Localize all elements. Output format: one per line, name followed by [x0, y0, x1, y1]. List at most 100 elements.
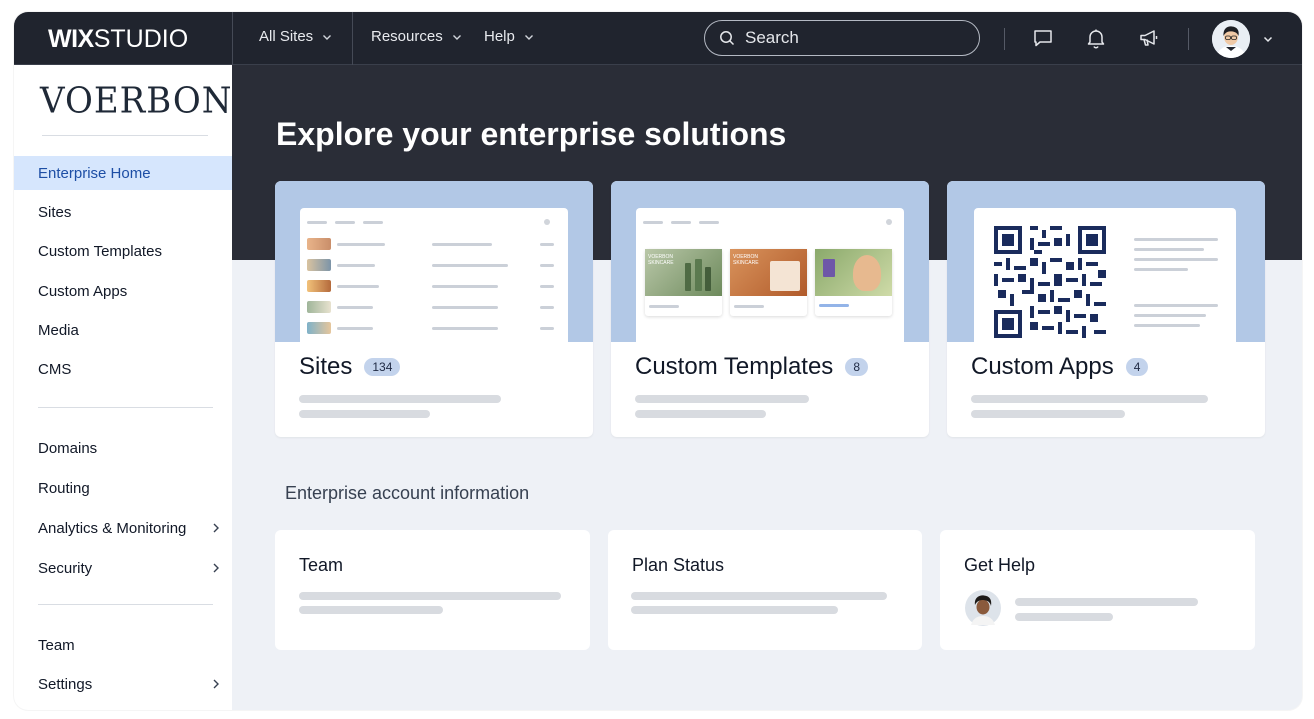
- user-avatar-icon: [1212, 20, 1250, 58]
- info-card-plan-status[interactable]: Plan Status: [608, 530, 922, 650]
- chevron-down-icon: [524, 34, 533, 40]
- divider: [232, 12, 233, 65]
- card-custom-apps[interactable]: Custom Apps 4: [947, 181, 1265, 437]
- card-preview: [275, 181, 593, 342]
- chevron-down-icon: [323, 34, 332, 40]
- sidebar-item-label: Routing: [38, 479, 90, 497]
- template-label: VOERBON SKINCARE: [648, 254, 674, 266]
- main-content: Explore your enterprise solutions Sites …: [232, 65, 1302, 710]
- sidebar-item-sites[interactable]: Sites: [14, 195, 232, 229]
- nav-resources[interactable]: Resources: [371, 28, 463, 45]
- placeholder-line: [635, 395, 809, 403]
- sidebar-item-routing[interactable]: Routing: [14, 471, 232, 505]
- nav-all-sites-label: All Sites: [259, 28, 314, 45]
- sidebar-item-label: Custom Apps: [38, 282, 128, 300]
- chat-icon[interactable]: [1031, 26, 1055, 50]
- placeholder-line: [299, 592, 561, 600]
- avatar[interactable]: [1212, 20, 1250, 58]
- divider: [38, 604, 213, 605]
- card-preview: [947, 181, 1265, 342]
- app-window: WIXSTUDIO All Sites Resources Help Searc…: [14, 12, 1302, 710]
- sidebar-item-team[interactable]: Team: [14, 628, 232, 662]
- sites-list-preview: [300, 208, 568, 342]
- template-label: VOERBON SKINCARE: [733, 254, 759, 266]
- card-title-text: Sites: [299, 353, 353, 380]
- sidebar-item-label: Sites: [38, 203, 72, 221]
- sidebar-item-label: Enterprise Home: [38, 164, 151, 182]
- chevron-right-icon: [213, 523, 219, 533]
- card-sites[interactable]: Sites 134: [275, 181, 593, 437]
- logo-bold-text: WIX: [48, 25, 94, 53]
- sidebar: VOERBON Enterprise Home Sites Custom Tem…: [14, 65, 232, 710]
- chevron-down-icon: [452, 34, 461, 40]
- info-card-team[interactable]: Team: [275, 530, 590, 650]
- qr-code-icon: [994, 226, 1106, 338]
- divider: [352, 12, 353, 65]
- nav-all-sites[interactable]: All Sites: [259, 28, 333, 45]
- info-card-get-help[interactable]: Get Help: [940, 530, 1255, 650]
- sidebar-item-label: CMS: [38, 360, 72, 378]
- top-bar: WIXSTUDIO All Sites Resources Help Searc…: [14, 12, 1302, 65]
- search-input[interactable]: Search: [704, 20, 980, 56]
- count-badge: 8: [845, 358, 868, 376]
- sidebar-item-label: Custom Templates: [38, 242, 162, 260]
- info-card-title: Team: [299, 555, 344, 575]
- chevron-right-icon: [213, 563, 219, 573]
- placeholder-line: [971, 395, 1208, 403]
- placeholder-line: [631, 606, 838, 614]
- sidebar-item-custom-templates[interactable]: Custom Templates: [14, 234, 232, 268]
- info-card-title: Plan Status: [632, 555, 725, 575]
- search-placeholder: Search: [745, 28, 799, 47]
- count-badge: 4: [1125, 358, 1149, 376]
- card-title-text: Custom Apps: [971, 353, 1114, 380]
- divider: [38, 407, 213, 408]
- megaphone-icon[interactable]: [1137, 26, 1161, 50]
- sidebar-item-custom-apps[interactable]: Custom Apps: [14, 274, 232, 308]
- sidebar-item-label: Media: [38, 321, 79, 339]
- sidebar-item-analytics-monitoring[interactable]: Analytics & Monitoring: [14, 511, 232, 545]
- brand-logo: VOERBON: [40, 80, 233, 122]
- sidebar-item-enterprise-home[interactable]: Enterprise Home: [14, 156, 232, 190]
- count-badge: 134: [364, 358, 401, 376]
- placeholder-line: [971, 410, 1125, 418]
- info-card-title: Get Help: [964, 555, 1036, 575]
- sidebar-item-label: Settings: [38, 675, 93, 693]
- nav-help[interactable]: Help: [484, 28, 535, 45]
- page-title: Explore your enterprise solutions: [276, 116, 787, 152]
- card-title: Custom Apps 4: [971, 353, 1149, 381]
- template-thumb: VOERBON SKINCARE: [645, 249, 722, 316]
- nav-resources-label: Resources: [371, 28, 443, 45]
- chevron-down-icon[interactable]: [1262, 33, 1274, 45]
- chevron-right-icon: [213, 679, 219, 689]
- support-agent-avatar-icon: [965, 590, 1001, 626]
- apps-preview: [974, 208, 1236, 342]
- placeholder-line: [299, 606, 443, 614]
- section-title: Enterprise account information: [285, 483, 530, 503]
- wix-studio-logo[interactable]: WIXSTUDIO: [48, 25, 188, 54]
- divider: [42, 135, 208, 136]
- nav-help-label: Help: [484, 28, 515, 45]
- sidebar-item-label: Analytics & Monitoring: [38, 519, 187, 537]
- search-icon: [720, 31, 735, 46]
- sidebar-item-label: Team: [38, 636, 75, 654]
- sidebar-item-domains[interactable]: Domains: [14, 431, 232, 465]
- template-thumb: [815, 249, 892, 316]
- placeholder-line: [299, 395, 501, 403]
- placeholder-line: [299, 410, 430, 418]
- card-title: Sites 134: [299, 353, 401, 381]
- logo-thin-text: STUDIO: [93, 25, 189, 53]
- sidebar-item-media[interactable]: Media: [14, 313, 232, 347]
- card-title-text: Custom Templates: [635, 353, 834, 380]
- card-preview: VOERBON SKINCARE VOERBON SKINCARE: [611, 181, 929, 342]
- bell-icon[interactable]: [1084, 26, 1108, 50]
- card-custom-templates[interactable]: VOERBON SKINCARE VOERBON SKINCARE Custom…: [611, 181, 929, 437]
- divider: [1004, 28, 1005, 50]
- placeholder-line: [631, 592, 887, 600]
- sidebar-item-security[interactable]: Security: [14, 551, 232, 585]
- placeholder-line: [1015, 613, 1113, 621]
- sidebar-item-settings[interactable]: Settings: [14, 667, 232, 701]
- placeholder-line: [635, 410, 766, 418]
- sidebar-item-cms[interactable]: CMS: [14, 352, 232, 386]
- divider: [1188, 28, 1189, 50]
- template-thumb: VOERBON SKINCARE: [730, 249, 807, 316]
